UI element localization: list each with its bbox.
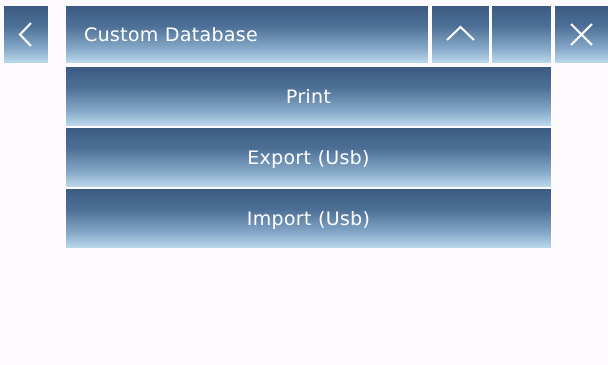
print-label: Print [285, 85, 332, 108]
page-title: Custom Database [84, 23, 258, 46]
import-usb-button[interactable]: Import (Usb) [66, 189, 551, 248]
export-usb-button[interactable]: Export (Usb) [66, 128, 551, 187]
close-icon [570, 23, 593, 46]
back-button[interactable] [4, 6, 48, 63]
chevron-left-icon [18, 22, 32, 47]
chevron-up-icon [446, 25, 475, 41]
import-usb-label: Import (Usb) [246, 207, 371, 230]
scroll-up-button[interactable] [432, 6, 489, 63]
close-button[interactable] [555, 6, 608, 63]
print-button[interactable]: Print [66, 67, 551, 126]
empty-header-button [492, 6, 551, 63]
export-usb-label: Export (Usb) [247, 146, 370, 169]
screen: Custom Database Print Export (Usb) Impor… [0, 0, 608, 365]
header-title-bar: Custom Database [66, 6, 428, 63]
